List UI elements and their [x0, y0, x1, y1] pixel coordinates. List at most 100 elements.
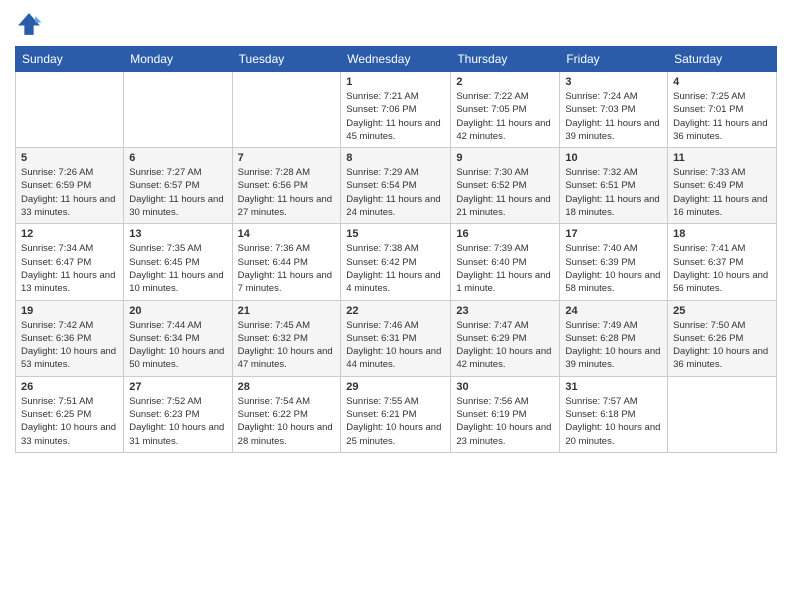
day-info: Sunrise: 7:35 AMSunset: 6:45 PMDaylight:… [129, 242, 226, 295]
day-number: 3 [565, 76, 662, 88]
day-number: 22 [346, 305, 445, 317]
day-number: 5 [21, 152, 118, 164]
day-info: Sunrise: 7:30 AMSunset: 6:52 PMDaylight:… [456, 166, 554, 219]
weekday-header-sunday: Sunday [16, 47, 124, 72]
weekday-header-thursday: Thursday [451, 47, 560, 72]
weekday-header-row: SundayMondayTuesdayWednesdayThursdayFrid… [16, 47, 777, 72]
day-number: 21 [238, 305, 336, 317]
day-number: 24 [565, 305, 662, 317]
calendar-cell: 17 Sunrise: 7:40 AMSunset: 6:39 PMDayligh… [560, 224, 668, 300]
day-info: Sunrise: 7:54 AMSunset: 6:22 PMDaylight:… [238, 395, 336, 448]
day-info: Sunrise: 7:56 AMSunset: 6:19 PMDaylight:… [456, 395, 554, 448]
calendar-cell: 8Sunrise: 7:29 AMSunset: 6:54 PMDaylight… [341, 148, 451, 224]
calendar-cell: 9 Sunrise: 7:30 AMSunset: 6:52 PMDaylight… [451, 148, 560, 224]
day-number: 1 [346, 76, 445, 88]
logo-icon [15, 10, 43, 38]
day-number: 11 [673, 152, 771, 164]
day-info: Sunrise: 7:50 AMSunset: 6:26 PMDaylight:… [673, 319, 771, 372]
day-info: Sunrise: 7:39 AMSunset: 6:40 PMDaylight:… [456, 242, 554, 295]
week-row-2: 5 Sunrise: 7:26 AMSunset: 6:59 PMDaylight… [16, 148, 777, 224]
calendar-cell: 13 Sunrise: 7:35 AMSunset: 6:45 PMDayligh… [124, 224, 232, 300]
day-info: Sunrise: 7:46 AMSunset: 6:31 PMDaylight:… [346, 319, 445, 372]
weekday-header-monday: Monday [124, 47, 232, 72]
weekday-header-friday: Friday [560, 47, 668, 72]
calendar-cell: 18 Sunrise: 7:41 AMSunset: 6:37 PMDayligh… [668, 224, 777, 300]
calendar-cell: 23Sunrise: 7:47 AMSunset: 6:29 PMDayligh… [451, 300, 560, 376]
day-info: Sunrise: 7:28 AMSunset: 6:56 PMDaylight:… [238, 166, 336, 219]
day-number: 7 [238, 152, 336, 164]
day-number: 12 [21, 228, 118, 240]
day-info: Sunrise: 7:49 AMSunset: 6:28 PMDaylight:… [565, 319, 662, 372]
calendar-cell: 10 Sunrise: 7:32 AMSunset: 6:51 PMDayligh… [560, 148, 668, 224]
day-number: 8 [346, 152, 445, 164]
day-number: 25 [673, 305, 771, 317]
weekday-header-tuesday: Tuesday [232, 47, 341, 72]
day-info: Sunrise: 7:26 AMSunset: 6:59 PMDaylight:… [21, 166, 118, 219]
day-info: Sunrise: 7:41 AMSunset: 6:37 PMDaylight:… [673, 242, 771, 295]
day-info: Sunrise: 7:45 AMSunset: 6:32 PMDaylight:… [238, 319, 336, 372]
calendar-cell: 6 Sunrise: 7:27 AMSunset: 6:57 PMDaylight… [124, 148, 232, 224]
day-info: Sunrise: 7:40 AMSunset: 6:39 PMDaylight:… [565, 242, 662, 295]
day-number: 6 [129, 152, 226, 164]
day-number: 14 [238, 228, 336, 240]
day-info: Sunrise: 7:27 AMSunset: 6:57 PMDaylight:… [129, 166, 226, 219]
day-info: Sunrise: 7:22 AMSunset: 7:05 PMDaylight:… [456, 90, 554, 143]
calendar-cell: 2Sunrise: 7:22 AMSunset: 7:05 PMDaylight… [451, 72, 560, 148]
calendar-cell: 27 Sunrise: 7:52 AMSunset: 6:23 PMDayligh… [124, 376, 232, 452]
day-number: 4 [673, 76, 771, 88]
day-info: Sunrise: 7:51 AMSunset: 6:25 PMDaylight:… [21, 395, 118, 448]
day-info: Sunrise: 7:52 AMSunset: 6:23 PMDaylight:… [129, 395, 226, 448]
day-number: 31 [565, 381, 662, 393]
calendar-cell: 19 Sunrise: 7:42 AMSunset: 6:36 PMDayligh… [16, 300, 124, 376]
day-number: 30 [456, 381, 554, 393]
calendar-cell: 30 Sunrise: 7:56 AMSunset: 6:19 PMDayligh… [451, 376, 560, 452]
day-number: 17 [565, 228, 662, 240]
calendar-cell: 4Sunrise: 7:25 AMSunset: 7:01 PMDaylight… [668, 72, 777, 148]
day-number: 27 [129, 381, 226, 393]
day-number: 13 [129, 228, 226, 240]
week-row-1: 1Sunrise: 7:21 AMSunset: 7:06 PMDaylight… [16, 72, 777, 148]
day-info: Sunrise: 7:42 AMSunset: 6:36 PMDaylight:… [21, 319, 118, 372]
calendar-cell: 14Sunrise: 7:36 AMSunset: 6:44 PMDayligh… [232, 224, 341, 300]
calendar-cell [16, 72, 124, 148]
day-info: Sunrise: 7:44 AMSunset: 6:34 PMDaylight:… [129, 319, 226, 372]
calendar-cell: 11 Sunrise: 7:33 AMSunset: 6:49 PMDayligh… [668, 148, 777, 224]
day-number: 9 [456, 152, 554, 164]
day-number: 20 [129, 305, 226, 317]
calendar-cell: 25 Sunrise: 7:50 AMSunset: 6:26 PMDayligh… [668, 300, 777, 376]
calendar-cell: 29 Sunrise: 7:55 AMSunset: 6:21 PMDayligh… [341, 376, 451, 452]
page: SundayMondayTuesdayWednesdayThursdayFrid… [0, 0, 792, 612]
day-info: Sunrise: 7:34 AMSunset: 6:47 PMDaylight:… [21, 242, 118, 295]
weekday-header-saturday: Saturday [668, 47, 777, 72]
weekday-header-wednesday: Wednesday [341, 47, 451, 72]
day-info: Sunrise: 7:57 AMSunset: 6:18 PMDaylight:… [565, 395, 662, 448]
day-info: Sunrise: 7:33 AMSunset: 6:49 PMDaylight:… [673, 166, 771, 219]
calendar-cell: 3Sunrise: 7:24 AMSunset: 7:03 PMDaylight… [560, 72, 668, 148]
day-info: Sunrise: 7:32 AMSunset: 6:51 PMDaylight:… [565, 166, 662, 219]
header [15, 10, 777, 38]
calendar-cell [232, 72, 341, 148]
calendar-cell: 31 Sunrise: 7:57 AMSunset: 6:18 PMDayligh… [560, 376, 668, 452]
calendar-cell: 20 Sunrise: 7:44 AMSunset: 6:34 PMDayligh… [124, 300, 232, 376]
calendar-cell: 26 Sunrise: 7:51 AMSunset: 6:25 PMDayligh… [16, 376, 124, 452]
calendar-cell [124, 72, 232, 148]
calendar-cell: 16 Sunrise: 7:39 AMSunset: 6:40 PMDayligh… [451, 224, 560, 300]
calendar-cell: 7 Sunrise: 7:28 AMSunset: 6:56 PMDaylight… [232, 148, 341, 224]
day-number: 16 [456, 228, 554, 240]
calendar-cell: 5 Sunrise: 7:26 AMSunset: 6:59 PMDaylight… [16, 148, 124, 224]
calendar-cell: 24 Sunrise: 7:49 AMSunset: 6:28 PMDayligh… [560, 300, 668, 376]
day-info: Sunrise: 7:38 AMSunset: 6:42 PMDaylight:… [346, 242, 445, 295]
day-number: 15 [346, 228, 445, 240]
calendar-cell: 21 Sunrise: 7:45 AMSunset: 6:32 PMDayligh… [232, 300, 341, 376]
day-number: 10 [565, 152, 662, 164]
logo [15, 10, 45, 38]
day-number: 26 [21, 381, 118, 393]
day-number: 28 [238, 381, 336, 393]
week-row-3: 12 Sunrise: 7:34 AMSunset: 6:47 PMDayligh… [16, 224, 777, 300]
day-number: 19 [21, 305, 118, 317]
day-number: 29 [346, 381, 445, 393]
day-info: Sunrise: 7:47 AMSunset: 6:29 PMDaylight:… [456, 319, 554, 372]
calendar-cell: 22 Sunrise: 7:46 AMSunset: 6:31 PMDayligh… [341, 300, 451, 376]
day-info: Sunrise: 7:55 AMSunset: 6:21 PMDaylight:… [346, 395, 445, 448]
day-number: 18 [673, 228, 771, 240]
